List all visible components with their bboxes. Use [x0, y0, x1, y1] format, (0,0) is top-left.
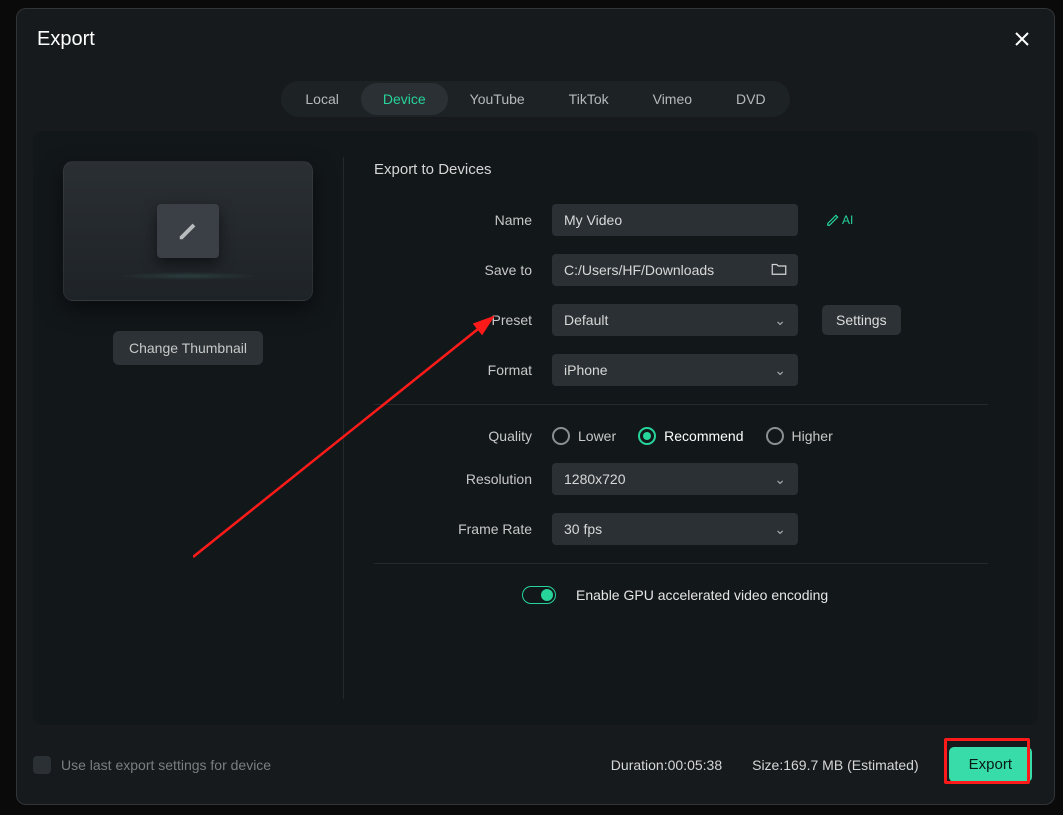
preset-select[interactable]: Default ⌄	[552, 304, 798, 336]
tab-youtube[interactable]: YouTube	[448, 83, 547, 115]
duration-info: Duration:00:05:38	[611, 757, 722, 773]
preset-value: Default	[564, 312, 608, 328]
gpu-toggle[interactable]	[522, 586, 556, 604]
folder-icon[interactable]	[770, 260, 788, 281]
quality-higher[interactable]: Higher	[766, 427, 833, 445]
radio-icon	[638, 427, 656, 445]
resolution-value: 1280x720	[564, 471, 626, 487]
thumbnail-shadow	[118, 272, 258, 280]
quality-radio-group: Lower Recommend Higher	[552, 427, 833, 445]
chevron-down-icon: ⌄	[774, 521, 786, 538]
chevron-down-icon: ⌄	[774, 471, 786, 488]
frame-rate-value: 30 fps	[564, 521, 602, 537]
tab-dvd[interactable]: DVD	[714, 83, 788, 115]
tab-vimeo[interactable]: Vimeo	[631, 83, 714, 115]
size-info: Size:169.7 MB (Estimated)	[752, 757, 919, 773]
separator	[374, 404, 988, 405]
row-format: Format iPhone ⌄	[374, 354, 988, 386]
body-panel: Change Thumbnail Export to Devices Name …	[33, 131, 1038, 725]
radio-icon	[766, 427, 784, 445]
close-icon	[1014, 31, 1030, 47]
tab-device[interactable]: Device	[361, 83, 448, 115]
row-name: Name AI	[374, 204, 988, 236]
radio-icon	[552, 427, 570, 445]
row-frame-rate: Frame Rate 30 fps ⌄	[374, 513, 988, 545]
gpu-label: Enable GPU accelerated video encoding	[576, 587, 828, 603]
export-tabs: Local Device YouTube TikTok Vimeo DVD	[281, 81, 789, 117]
chevron-down-icon: ⌄	[774, 362, 786, 379]
form-column: Export to Devices Name AI Save to C:/Use…	[344, 131, 1038, 725]
save-to-value: C:/Users/HF/Downloads	[564, 262, 714, 278]
quality-recommend[interactable]: Recommend	[638, 427, 743, 445]
row-quality: Quality Lower Recommend Higher	[374, 427, 988, 445]
thumbnail-preview	[63, 161, 313, 301]
edit-thumbnail-placeholder	[157, 204, 219, 258]
row-resolution: Resolution 1280x720 ⌄	[374, 463, 988, 495]
use-last-checkbox[interactable]	[33, 756, 51, 774]
label-frame-rate: Frame Rate	[374, 521, 552, 537]
label-save-to: Save to	[374, 262, 552, 278]
row-save-to: Save to C:/Users/HF/Downloads	[374, 254, 988, 286]
quality-lower[interactable]: Lower	[552, 427, 616, 445]
title-bar: Export	[17, 9, 1054, 61]
format-select[interactable]: iPhone ⌄	[552, 354, 798, 386]
label-preset: Preset	[374, 312, 552, 328]
label-name: Name	[374, 212, 552, 228]
tab-local[interactable]: Local	[283, 83, 360, 115]
resolution-select[interactable]: 1280x720 ⌄	[552, 463, 798, 495]
close-button[interactable]	[1010, 27, 1034, 51]
label-quality: Quality	[374, 428, 552, 444]
dialog-title: Export	[37, 28, 95, 51]
export-button[interactable]: Export	[949, 747, 1032, 782]
section-title: Export to Devices	[374, 161, 988, 178]
tab-tiktok[interactable]: TikTok	[547, 83, 631, 115]
save-to-field[interactable]: C:/Users/HF/Downloads	[552, 254, 798, 286]
change-thumbnail-button[interactable]: Change Thumbnail	[113, 331, 263, 365]
chevron-down-icon: ⌄	[774, 312, 786, 329]
thumbnail-column: Change Thumbnail	[33, 131, 343, 725]
ai-label: AI	[842, 213, 853, 227]
row-gpu: Enable GPU accelerated video encoding	[374, 586, 988, 604]
quality-lower-label: Lower	[578, 428, 616, 444]
pencil-icon	[177, 220, 199, 242]
preset-settings-button[interactable]: Settings	[822, 305, 901, 335]
format-value: iPhone	[564, 362, 608, 378]
quality-higher-label: Higher	[792, 428, 833, 444]
use-last-label: Use last export settings for device	[61, 757, 271, 773]
ai-rename-button[interactable]: AI	[826, 213, 853, 227]
separator	[374, 563, 988, 564]
frame-rate-select[interactable]: 30 fps ⌄	[552, 513, 798, 545]
label-format: Format	[374, 362, 552, 378]
name-input[interactable]	[552, 204, 798, 236]
label-resolution: Resolution	[374, 471, 552, 487]
export-dialog: Export Local Device YouTube TikTok Vimeo…	[16, 8, 1055, 805]
footer: Use last export settings for device Dura…	[17, 725, 1054, 804]
pen-icon	[826, 213, 840, 227]
quality-recommend-label: Recommend	[664, 428, 743, 444]
row-preset: Preset Default ⌄ Settings	[374, 304, 988, 336]
